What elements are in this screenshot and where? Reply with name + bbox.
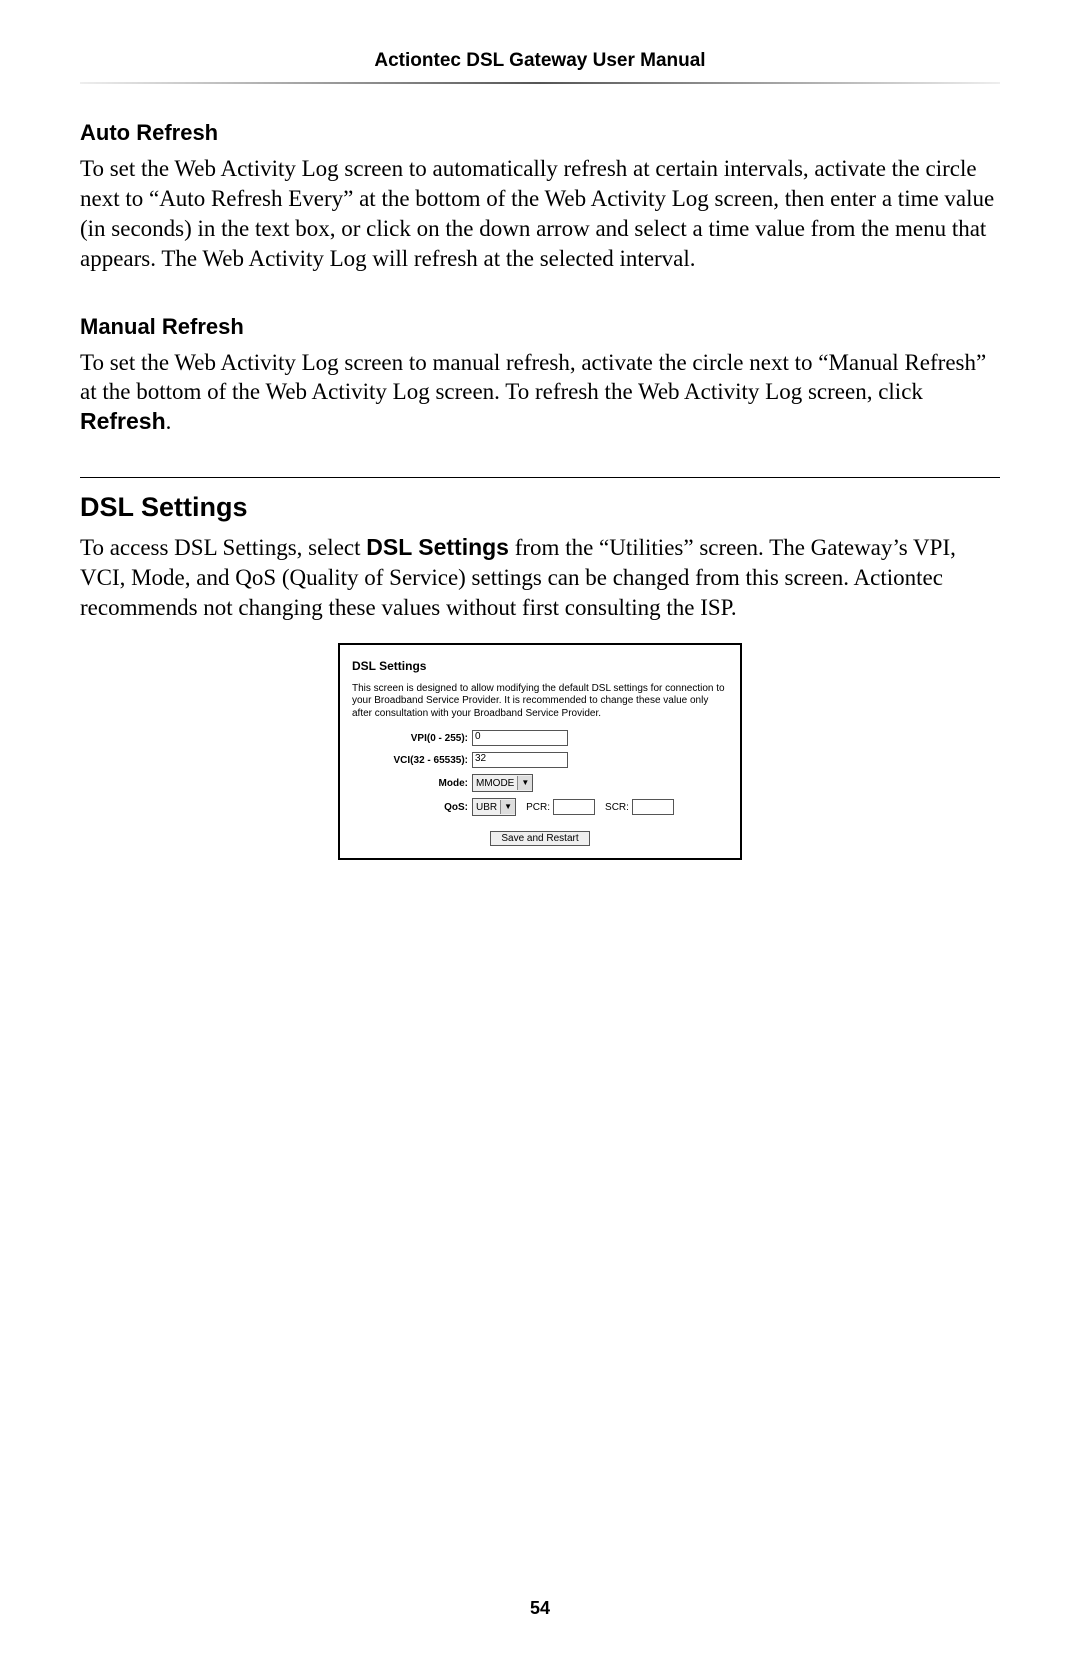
qos-row: QoS: UBR ▼ PCR: SCR:	[352, 798, 728, 816]
dsl-settings-screenshot: DSL Settings This screen is designed to …	[338, 643, 742, 861]
qos-label: QoS:	[352, 802, 472, 813]
vci-input[interactable]: 32	[472, 752, 568, 768]
manual-refresh-body-post: .	[166, 409, 172, 434]
pcr-label: PCR:	[526, 802, 550, 813]
save-and-restart-button[interactable]: Save and Restart	[490, 831, 589, 846]
header-rule	[80, 82, 1000, 84]
scr-input[interactable]	[632, 799, 674, 815]
manual-refresh-body: To set the Web Activity Log screen to ma…	[80, 348, 1000, 438]
manual-refresh-body-pre: To set the Web Activity Log screen to ma…	[80, 350, 986, 405]
manual-refresh-heading: Manual Refresh	[80, 314, 1000, 340]
mode-select-value: MMODE	[476, 778, 514, 789]
dsl-settings-body: To access DSL Settings, select DSL Setti…	[80, 533, 1000, 623]
chevron-down-icon: ▼	[500, 800, 515, 814]
dsl-body-bold: DSL Settings	[366, 534, 509, 560]
auto-refresh-heading: Auto Refresh	[80, 120, 1000, 146]
manual-refresh-body-bold: Refresh	[80, 408, 166, 434]
mode-label: Mode:	[352, 778, 472, 789]
vci-row: VCI(32 - 65535): 32	[352, 752, 728, 768]
vpi-input[interactable]: 0	[472, 730, 568, 746]
screenshot-desc: This screen is designed to allow modifyi…	[352, 683, 728, 721]
qos-select-value: UBR	[476, 802, 497, 813]
screenshot-button-row: Save and Restart	[352, 828, 728, 846]
section-divider	[80, 477, 1000, 478]
qos-select[interactable]: UBR ▼	[472, 798, 516, 816]
page-header: Actiontec DSL Gateway User Manual	[80, 50, 1000, 82]
scr-label: SCR:	[605, 802, 629, 813]
dsl-settings-heading: DSL Settings	[80, 492, 1000, 523]
vci-label: VCI(32 - 65535):	[352, 755, 472, 766]
auto-refresh-body: To set the Web Activity Log screen to au…	[80, 154, 1000, 274]
pcr-input[interactable]	[553, 799, 595, 815]
chevron-down-icon: ▼	[517, 776, 532, 790]
dsl-body-pre: To access DSL Settings, select	[80, 535, 366, 560]
screenshot-title: DSL Settings	[352, 659, 728, 673]
mode-select[interactable]: MMODE ▼	[472, 774, 533, 792]
vpi-row: VPI(0 - 255): 0	[352, 730, 728, 746]
vpi-label: VPI(0 - 255):	[352, 733, 472, 744]
page-number: 54	[0, 1598, 1080, 1619]
mode-row: Mode: MMODE ▼	[352, 774, 728, 792]
